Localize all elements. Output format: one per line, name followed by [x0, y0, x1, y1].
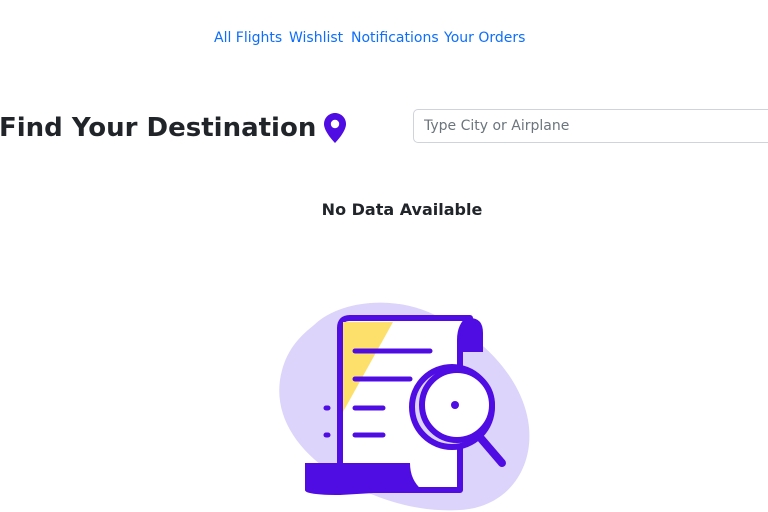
page-header: Find Your Destination: [0, 108, 347, 148]
map-pin-icon: [324, 113, 347, 143]
top-nav: All Flights Wishlist Notifications Your …: [0, 30, 768, 52]
nav-link-notifications[interactable]: Notifications: [351, 30, 439, 46]
empty-state-message: No Data Available: [321, 200, 483, 219]
nav-link-wishlist[interactable]: Wishlist: [289, 30, 343, 46]
page: All Flights Wishlist Notifications Your …: [0, 0, 768, 512]
nav-link-all-flights[interactable]: All Flights: [214, 30, 282, 46]
page-title: Find Your Destination: [0, 113, 317, 143]
document-search-illustration: [279, 302, 530, 511]
search-input[interactable]: [413, 109, 768, 143]
nav-link-your-orders[interactable]: Your Orders: [444, 30, 525, 46]
